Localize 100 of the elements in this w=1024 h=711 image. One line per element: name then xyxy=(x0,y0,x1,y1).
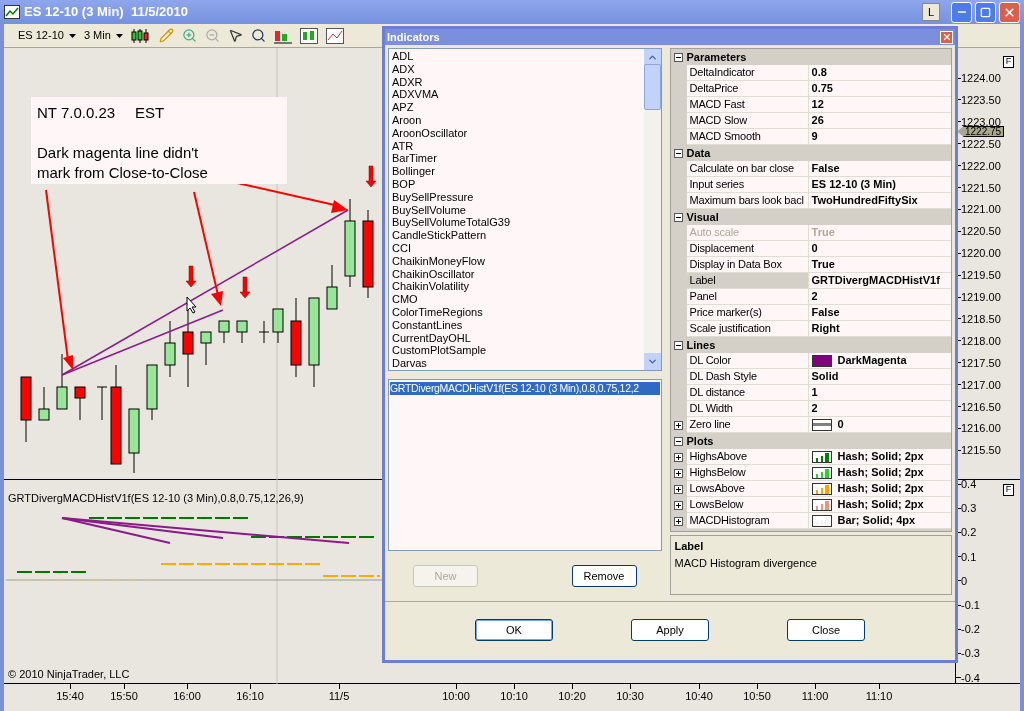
property-name[interactable]: MACD Smooth xyxy=(686,129,809,145)
list-item[interactable]: CMO xyxy=(392,293,418,306)
remove-button[interactable]: Remove xyxy=(571,565,637,587)
list-item[interactable]: CandleStickPattern xyxy=(392,229,487,242)
instrument-dropdown[interactable]: ES 12-10 xyxy=(10,27,76,44)
list-item[interactable]: BuySellVolume xyxy=(392,203,466,217)
collapse-icon[interactable] xyxy=(674,52,683,62)
category-header[interactable]: Lines xyxy=(686,336,716,354)
list-item[interactable]: ColorTimeRegions xyxy=(392,305,483,319)
expand-icon[interactable] xyxy=(674,452,683,462)
property-value[interactable]: 1 xyxy=(811,384,818,401)
scale-button[interactable]: F xyxy=(1003,484,1014,496)
property-name[interactable]: Label xyxy=(686,273,809,289)
category-header[interactable]: Visual xyxy=(686,208,719,226)
expand-icon[interactable] xyxy=(674,500,683,510)
list-item[interactable]: Darvas xyxy=(392,357,427,370)
property-name[interactable]: LowsBelow xyxy=(686,497,809,513)
list-item[interactable]: CustomPlotSample xyxy=(392,344,487,358)
dialog-button[interactable]: Apply xyxy=(631,619,709,641)
property-name[interactable]: Calculate on bar close xyxy=(686,161,809,177)
list-item[interactable]: APZ xyxy=(392,101,414,114)
link-button[interactable]: L xyxy=(922,3,940,21)
dialog-title: Indicators xyxy=(387,29,440,45)
scroll-down-button[interactable] xyxy=(643,353,661,370)
property-name[interactable]: DeltaIndicator xyxy=(686,65,809,81)
property-name[interactable]: DL Color xyxy=(686,353,809,369)
property-name[interactable]: Display in Data Box xyxy=(686,257,809,273)
expand-icon[interactable] xyxy=(674,420,683,430)
list-item[interactable]: ADL xyxy=(392,50,414,63)
list-item[interactable]: ChaikinVolatility xyxy=(392,280,470,294)
property-name[interactable]: HighsBelow xyxy=(686,465,809,481)
property-value[interactable]: 26 xyxy=(811,112,824,129)
scrollbar[interactable] xyxy=(643,49,661,370)
property-value[interactable]: 12 xyxy=(811,96,824,113)
property-value[interactable]: 0.8 xyxy=(811,64,827,81)
scale-button[interactable]: F xyxy=(1003,56,1014,68)
dialog-button[interactable]: Close xyxy=(787,619,865,641)
property-name[interactable]: Panel xyxy=(686,289,809,305)
list-item[interactable]: ConstantLines xyxy=(392,318,463,332)
property-name[interactable]: Displacement xyxy=(686,241,809,257)
property-name[interactable]: Input series xyxy=(686,177,809,193)
list-item[interactable]: CurrentDayOHL xyxy=(392,331,471,345)
expand-icon[interactable] xyxy=(674,468,683,478)
dialog-button[interactable]: OK xyxy=(475,619,553,641)
list-item[interactable]: AroonOscillator xyxy=(392,126,468,140)
collapse-icon[interactable] xyxy=(674,340,683,350)
search-icon[interactable] xyxy=(250,28,266,43)
property-name[interactable]: DL Width xyxy=(686,401,809,417)
property-name[interactable]: DL distance xyxy=(686,385,809,401)
pointer-icon[interactable] xyxy=(227,28,243,43)
property-value[interactable]: 0 xyxy=(811,240,818,257)
property-value[interactable]: 2 xyxy=(811,400,818,417)
collapse-icon[interactable] xyxy=(674,436,683,446)
price-label: 1221.50 xyxy=(961,181,1001,194)
list-item[interactable]: ChaikinMoneyFlow xyxy=(392,254,485,268)
property-name[interactable]: LowsAbove xyxy=(686,481,809,497)
property-name[interactable]: Zero line xyxy=(686,417,809,433)
line-chart-icon[interactable] xyxy=(325,27,344,44)
property-value[interactable]: True xyxy=(811,256,835,273)
category-header[interactable]: Data xyxy=(686,144,711,162)
minimize-button[interactable] xyxy=(951,1,972,23)
collapse-icon[interactable] xyxy=(674,212,683,222)
property-name[interactable]: MACDHistogram xyxy=(686,513,809,529)
list-item[interactable]: ADXVMA xyxy=(392,88,439,102)
property-value[interactable]: 9 xyxy=(811,128,818,145)
list-item[interactable]: ATR xyxy=(392,139,414,153)
close-button[interactable] xyxy=(940,30,953,44)
property-name[interactable]: DL Dash Style xyxy=(686,369,809,385)
category-header[interactable]: Plots xyxy=(686,432,714,450)
list-item[interactable]: ADX xyxy=(392,62,415,76)
list-item[interactable]: ChaikinOscillator xyxy=(392,267,475,281)
property-name[interactable]: Scale justification xyxy=(686,321,809,337)
list-item[interactable]: BuySellPressure xyxy=(392,190,474,204)
list-item[interactable]: BuySellVolumeTotalG39 xyxy=(392,216,510,230)
expand-icon[interactable] xyxy=(674,516,683,526)
interval-dropdown[interactable]: 3 Min xyxy=(83,27,123,44)
scroll-thumb[interactable] xyxy=(643,64,661,110)
close-button[interactable] xyxy=(999,1,1020,23)
property-value[interactable]: 0.75 xyxy=(811,80,833,97)
list-item[interactable]: Bollinger xyxy=(392,165,435,178)
list-item[interactable]: BOP xyxy=(392,177,416,191)
list-item[interactable]: Aroon xyxy=(392,114,422,127)
property-value[interactable]: 2 xyxy=(811,288,818,305)
candlestick-icon[interactable] xyxy=(299,27,318,44)
property-name[interactable]: Maximum bars look bacl xyxy=(686,193,809,209)
category-header[interactable]: Parameters xyxy=(686,48,747,66)
expand-icon[interactable] xyxy=(674,484,683,494)
list-item[interactable]: CCI xyxy=(392,241,411,255)
property-name[interactable]: HighsAbove xyxy=(686,449,809,465)
list-item[interactable]: BarTimer xyxy=(392,152,437,166)
maximize-button[interactable] xyxy=(975,1,996,23)
property-name[interactable]: DeltaPrice xyxy=(686,81,809,97)
list-item[interactable]: ADXR xyxy=(392,75,423,89)
candlestick-icon[interactable] xyxy=(130,27,151,44)
collapse-icon[interactable] xyxy=(674,148,683,158)
list-item[interactable]: GRTDivergMACDHistV1f(ES 12-10 (3 Min),0.8,0.75,12,2 xyxy=(390,382,660,395)
property-name[interactable]: MACD Slow xyxy=(686,113,809,129)
property-name[interactable]: Price marker(s) xyxy=(686,305,809,321)
property-value[interactable]: 0 xyxy=(837,416,844,433)
property-name[interactable]: MACD Fast xyxy=(686,97,809,113)
